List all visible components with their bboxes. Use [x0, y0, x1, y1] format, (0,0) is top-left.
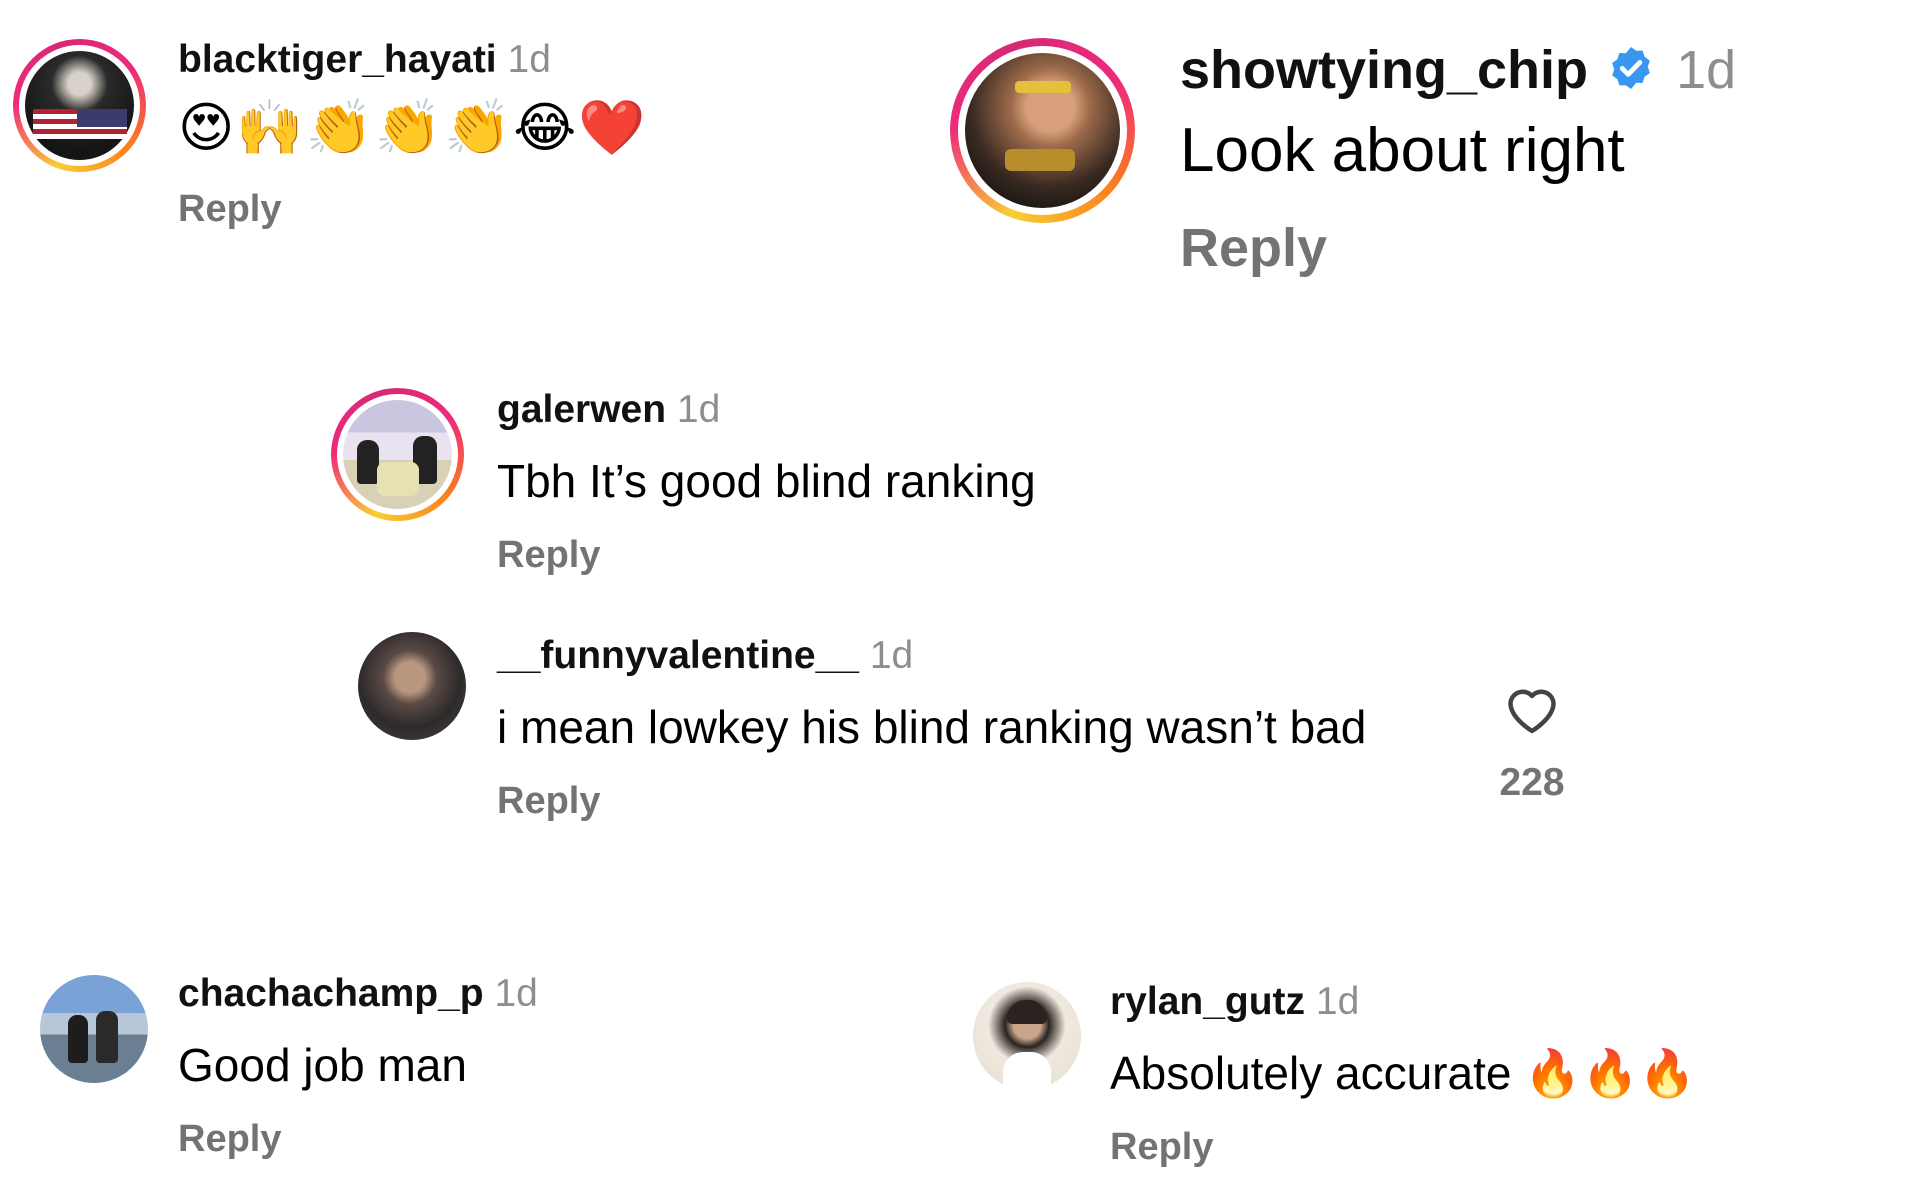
reply-button[interactable]: Reply [1180, 216, 1327, 280]
verified-badge-icon [1607, 42, 1655, 106]
timestamp: 1d [494, 972, 538, 1015]
timestamp: 1d [676, 388, 721, 431]
avatar-funnyvalentine[interactable] [358, 632, 466, 740]
comment-funnyvalentine: __funnyvalentine__ 1d i mean lowkey his … [497, 632, 1366, 824]
reply-button[interactable]: Reply [497, 778, 600, 824]
avatar-showtying-chip[interactable] [950, 38, 1135, 223]
like-button[interactable] [1502, 680, 1562, 736]
comment-galerwen: galerwen 1d Tbh It’s good blind ranking … [497, 386, 1036, 578]
username[interactable]: __funnyvalentine__ [497, 634, 859, 677]
avatar-image [40, 975, 148, 1083]
avatar-galerwen[interactable] [331, 388, 464, 521]
avatar-image [965, 53, 1120, 208]
comment-showtying-chip: showtying_chip 1d Look about right Reply [1180, 38, 1736, 280]
comment-text: Good job man [178, 1039, 467, 1091]
comment-chachachamp-p: chachachamp_p 1d Good job man Reply [178, 970, 538, 1162]
username[interactable]: chachachamp_p [178, 972, 484, 1015]
avatar-image [358, 632, 466, 740]
comment-rylan-gutz: rylan_gutz 1d Absolutely accurate 🔥🔥🔥 Re… [1110, 978, 1696, 1170]
avatar-blacktiger-hayati[interactable] [13, 39, 146, 172]
username[interactable]: galerwen [497, 388, 666, 431]
avatar-image [973, 982, 1081, 1090]
reply-button[interactable]: Reply [1110, 1124, 1213, 1170]
avatar-image [343, 400, 452, 509]
reply-button[interactable]: Reply [497, 532, 600, 578]
timestamp: 1d [1315, 980, 1360, 1023]
comment-text: 😍🙌👏👏👏😂❤️ [178, 98, 648, 158]
timestamp: 1d [1676, 40, 1737, 100]
reply-button[interactable]: Reply [178, 186, 281, 232]
reply-button[interactable]: Reply [178, 1116, 281, 1162]
heart-outline-icon [1508, 689, 1556, 734]
avatar-chachachamp-p[interactable] [40, 975, 148, 1083]
comment-text: Look about right [1180, 115, 1625, 185]
avatar-image [25, 51, 134, 160]
comment-blacktiger-hayati: blacktiger_hayati 1d 😍🙌👏👏👏😂❤️ Reply [178, 36, 648, 232]
comment-text: i mean lowkey his blind ranking wasn’t b… [497, 701, 1367, 753]
like-count: 228 [1499, 761, 1565, 804]
avatar-rylan-gutz[interactable] [973, 982, 1081, 1090]
username[interactable]: showtying_chip [1180, 40, 1588, 100]
username[interactable]: blacktiger_hayati [178, 38, 497, 81]
timestamp: 1d [507, 38, 551, 81]
comment-text: Tbh It’s good blind ranking [497, 455, 1036, 507]
timestamp: 1d [869, 634, 914, 677]
username[interactable]: rylan_gutz [1110, 980, 1305, 1023]
comment-text: Absolutely accurate 🔥🔥🔥 [1110, 1047, 1697, 1099]
